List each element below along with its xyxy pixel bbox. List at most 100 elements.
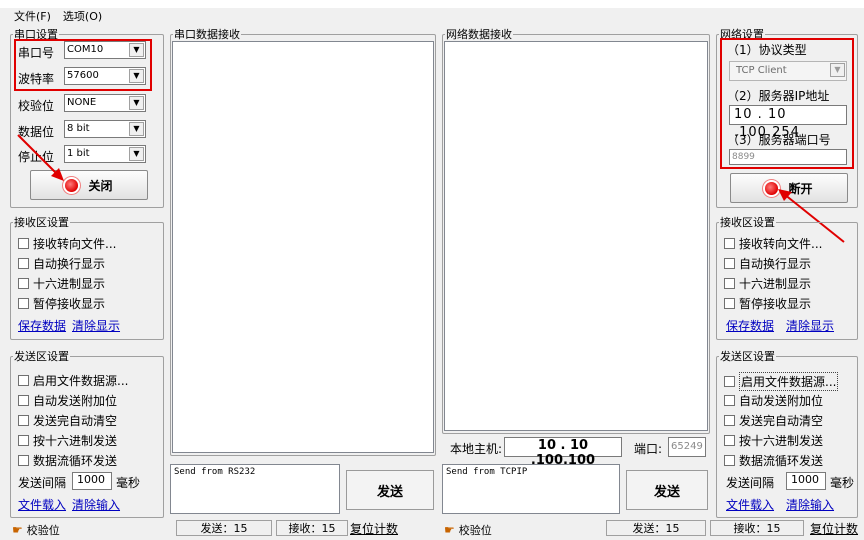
right-recv-opt-1[interactable]: 接收转向文件... [724, 235, 822, 252]
right-send-title: 发送区设置 [720, 350, 775, 363]
checkbox[interactable] [18, 298, 29, 309]
right-clear-input-link[interactable]: 清除输入 [786, 496, 834, 513]
right-recv-opt-3[interactable]: 十六进制显示 [724, 275, 811, 292]
checkbox-label: 暂停接收显示 [33, 297, 106, 311]
right-recv-title: 接收区设置 [720, 216, 775, 229]
hand-icon: ☛ [12, 523, 23, 537]
serial-recv-area[interactable] [172, 41, 434, 453]
parity-select[interactable]: NONE ▼ [64, 94, 146, 112]
checkbox[interactable] [724, 455, 735, 466]
checkbox[interactable] [18, 278, 29, 289]
protocol-select[interactable]: TCP Client ▼ [729, 61, 847, 81]
right-load-file-link[interactable]: 文件载入 [726, 496, 774, 513]
net-recv-title: 网络数据接收 [446, 28, 512, 41]
left-save-data-link[interactable]: 保存数据 [18, 317, 66, 334]
local-host-label: 本地主机: [450, 442, 503, 456]
left-send-opt-1[interactable]: 启用文件数据源... [18, 372, 128, 389]
checkbox[interactable] [18, 258, 29, 269]
checkbox-label: 发送完自动清空 [739, 414, 824, 428]
checkbox[interactable] [18, 415, 29, 426]
right-interval-input[interactable]: 1000 [786, 472, 826, 490]
menu-file[interactable]: 文件(F) [14, 8, 51, 24]
right-send-opt-2[interactable]: 自动发送附加位 [724, 392, 823, 409]
local-host-value: 10 . 10 .100.100 [504, 437, 622, 468]
left-recv-opt-4[interactable]: 暂停接收显示 [18, 295, 105, 312]
right-send-opt-1[interactable]: 启用文件数据源... [724, 372, 839, 391]
left-recv-opt-1[interactable]: 接收转向文件... [18, 235, 116, 252]
checkbox[interactable] [18, 238, 29, 249]
checkbox[interactable] [724, 298, 735, 309]
left-send-opt-5[interactable]: 数据流循环发送 [18, 452, 117, 469]
local-port-value: 65249 [668, 437, 706, 457]
close-port-label: 关闭 [88, 178, 113, 193]
checkbox[interactable] [724, 238, 735, 249]
chevron-down-icon: ▼ [129, 43, 144, 57]
checkbox[interactable] [724, 376, 735, 387]
left-clear-input-link[interactable]: 清除输入 [72, 496, 120, 513]
hand-icon: ☛ [444, 523, 455, 537]
server-port-input[interactable]: 8899 [729, 149, 847, 165]
sent-count-left: 发送：15 [176, 520, 272, 536]
checkbox[interactable] [724, 278, 735, 289]
checkbox-label: 发送完自动清空 [33, 414, 118, 428]
serial-settings-title: 串口设置 [14, 28, 58, 41]
checkbox[interactable] [724, 435, 735, 446]
checkbox[interactable] [724, 258, 735, 269]
right-send-opt-5[interactable]: 数据流循环发送 [724, 452, 823, 469]
port-select[interactable]: COM10 ▼ [64, 41, 146, 59]
status-check-right: ☛ 校验位 [444, 522, 492, 538]
protocol-value: TCP Client [736, 65, 787, 76]
check-label: 校验位 [458, 524, 492, 537]
reset-count-right-button[interactable]: 复位计数 [810, 520, 858, 537]
right-recv-opt-4[interactable]: 暂停接收显示 [724, 295, 811, 312]
checkbox-label: 按十六进制发送 [739, 434, 824, 448]
left-send-opt-4[interactable]: 按十六进制发送 [18, 432, 117, 449]
right-recv-opt-2[interactable]: 自动换行显示 [724, 255, 811, 272]
right-interval-label: 发送间隔 [726, 476, 775, 490]
baud-select[interactable]: 57600 ▼ [64, 67, 146, 85]
port-label: 串口号 [18, 46, 55, 60]
net-send-button[interactable]: 发送 [626, 470, 708, 510]
right-clear-display-link[interactable]: 清除显示 [786, 317, 834, 334]
check-label: 校验位 [26, 524, 60, 537]
local-port-label: 端口: [634, 442, 663, 456]
checkbox-label: 自动发送附加位 [739, 394, 824, 408]
server-ip-input[interactable]: 10 . 10 .100.254 [729, 105, 847, 140]
right-send-opt-4[interactable]: 按十六进制发送 [724, 432, 823, 449]
left-recv-opt-3[interactable]: 十六进制显示 [18, 275, 105, 292]
right-save-data-link[interactable]: 保存数据 [726, 317, 774, 334]
checkbox[interactable] [18, 375, 29, 386]
left-send-title: 发送区设置 [14, 350, 69, 363]
checkbox-label: 暂停接收显示 [739, 297, 812, 311]
menu-options[interactable]: 选项(O) [63, 8, 102, 24]
server-port-label: （3）服务器端口号 [727, 133, 831, 147]
right-send-opt-3[interactable]: 发送完自动清空 [724, 412, 823, 429]
chevron-down-icon: ▼ [129, 147, 144, 161]
parity-label: 校验位 [18, 99, 55, 113]
left-send-opt-2[interactable]: 自动发送附加位 [18, 392, 117, 409]
port-value: COM10 [67, 44, 104, 55]
left-interval-unit: 毫秒 [116, 476, 141, 490]
left-recv-opt-2[interactable]: 自动换行显示 [18, 255, 105, 272]
checkbox[interactable] [724, 415, 735, 426]
net-send-input[interactable]: Send from TCPIP [442, 464, 620, 514]
left-load-file-link[interactable]: 文件载入 [18, 496, 66, 513]
checkbox[interactable] [18, 435, 29, 446]
left-send-opt-3[interactable]: 发送完自动清空 [18, 412, 117, 429]
left-interval-input[interactable]: 1000 [72, 472, 112, 490]
baud-value: 57600 [67, 70, 99, 81]
chevron-down-icon: ▼ [129, 96, 144, 110]
net-recv-area[interactable] [444, 41, 708, 431]
sent-count-right: 发送：15 [606, 520, 706, 536]
checkbox[interactable] [18, 455, 29, 466]
serial-send-input[interactable]: Send from RS232 [170, 464, 340, 514]
checkbox[interactable] [18, 395, 29, 406]
status-check-left: ☛ 校验位 [12, 522, 60, 538]
checkbox-label: 启用文件数据源... [33, 374, 129, 388]
serial-send-button[interactable]: 发送 [346, 470, 434, 510]
left-clear-display-link[interactable]: 清除显示 [72, 317, 120, 334]
reset-count-left-button[interactable]: 复位计数 [350, 520, 398, 537]
checkbox[interactable] [724, 395, 735, 406]
checkbox-label: 自动换行显示 [33, 257, 106, 271]
recv-count-left: 接收：15 [276, 520, 348, 536]
